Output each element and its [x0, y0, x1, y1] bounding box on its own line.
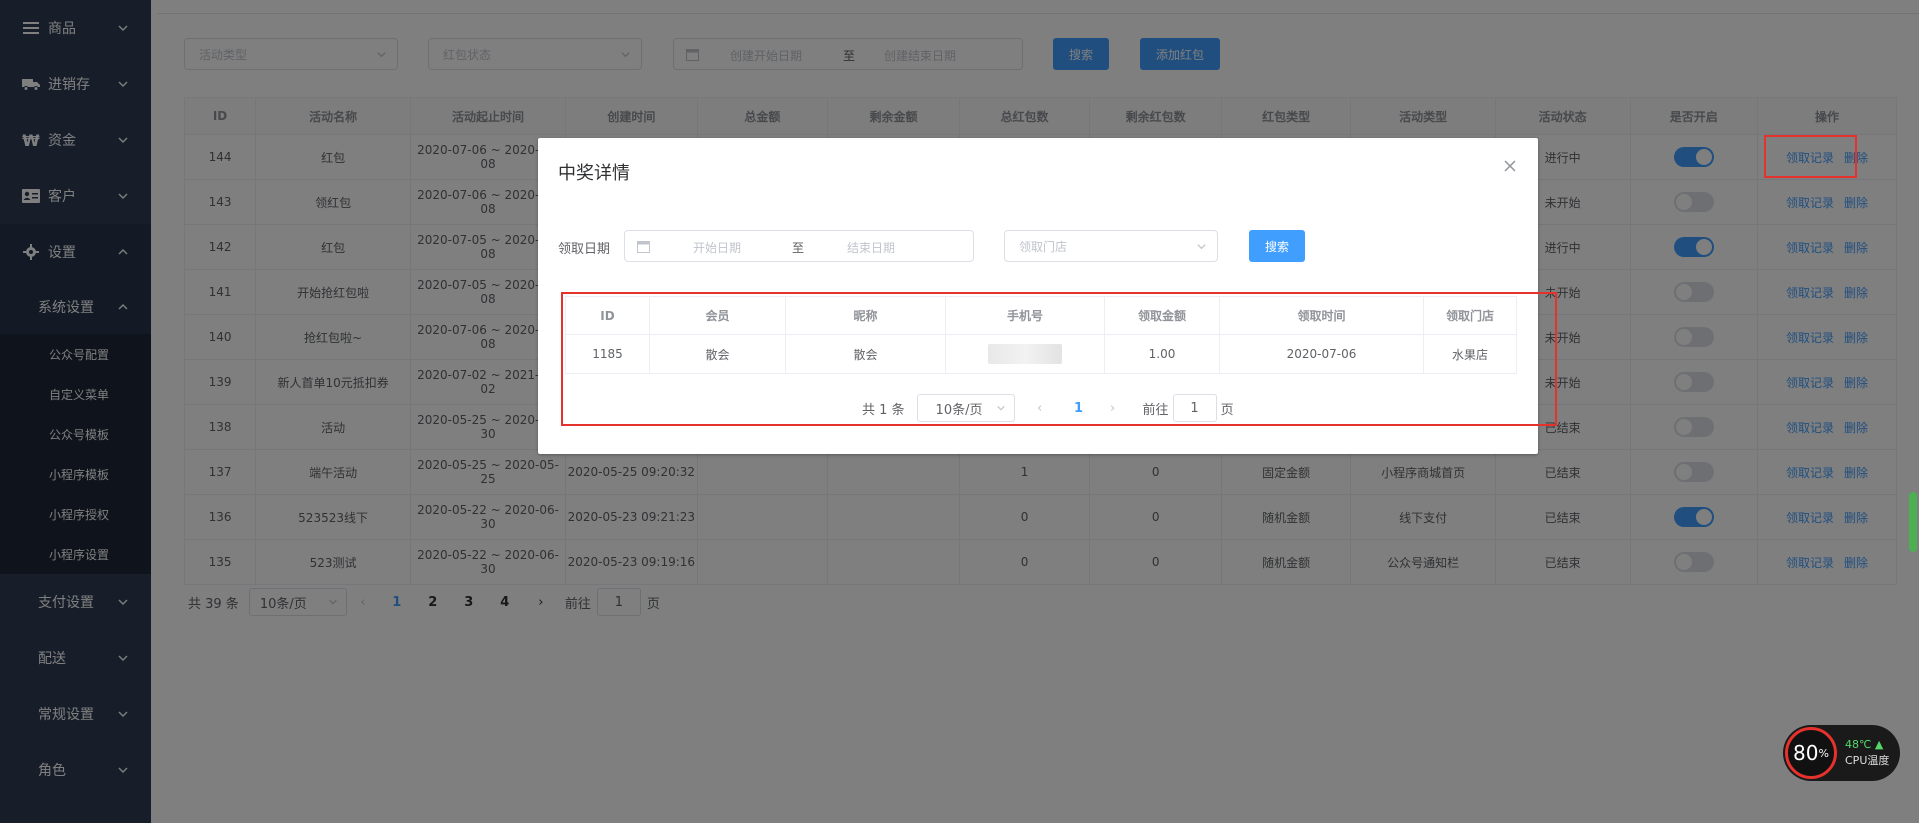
highlight-records-link [1764, 135, 1857, 178]
highlight-prize-table [561, 292, 1557, 426]
cpu-usage-ring: 80% [1785, 727, 1837, 779]
cpu-info: 48℃ ▲ CPU温度 [1845, 737, 1889, 769]
page-scrollbar[interactable] [1909, 492, 1917, 552]
claim-start-placeholder: 开始日期 [693, 241, 742, 255]
calendar-icon [637, 241, 650, 253]
dialog-title: 中奖详情 [558, 163, 630, 184]
claim-date-range[interactable]: 开始日期 至 结束日期 [624, 230, 974, 262]
dialog-search-button[interactable]: 搜索 [1249, 230, 1305, 262]
cpu-temperature-widget[interactable]: 80% 48℃ ▲ CPU温度 [1783, 725, 1900, 781]
cpu-temp-label: CPU温度 [1845, 754, 1890, 767]
cpu-temp-value: 48℃ [1845, 738, 1872, 751]
cpu-usage-unit: % [1818, 746, 1829, 760]
close-icon[interactable] [1502, 158, 1518, 174]
claim-store-placeholder: 领取门店 [1019, 239, 1068, 254]
claim-store-select[interactable]: 领取门店 [1004, 230, 1218, 262]
cpu-usage-value: 80 [1793, 741, 1819, 765]
claim-end-placeholder: 结束日期 [847, 241, 896, 255]
claim-date-label: 领取日期 [558, 242, 611, 257]
flame-icon: ▲ [1874, 738, 1884, 751]
claim-range-separator: 至 [792, 241, 805, 255]
chevron-down-icon [1197, 244, 1206, 250]
